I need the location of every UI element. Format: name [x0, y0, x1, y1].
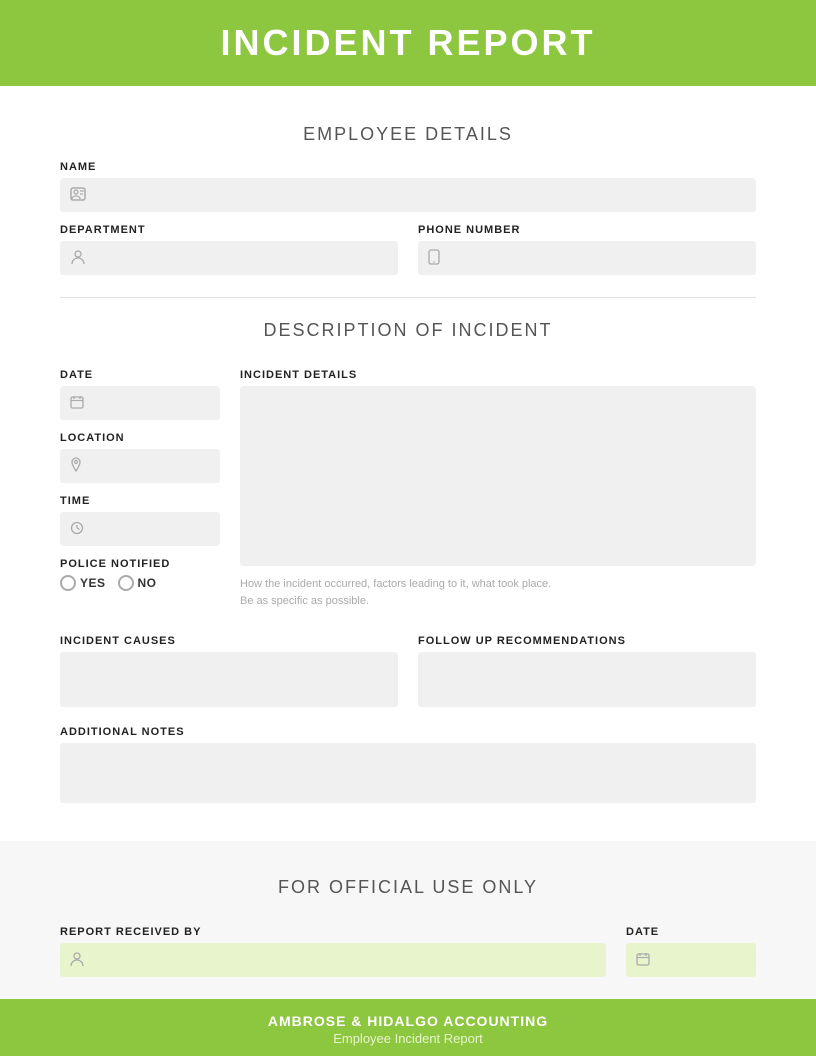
dept-phone-row: DEPARTMENT PHONE NUMBER — [60, 212, 756, 275]
official-title: FOR OFFICIAL USE ONLY — [60, 877, 756, 898]
phone-label: PHONE NUMBER — [418, 224, 756, 236]
report-received-group: REPORT RECEIVED BY — [60, 914, 606, 977]
department-icon — [70, 249, 86, 268]
official-date-group: DATE — [626, 914, 756, 977]
main-content: EMPLOYEE DETAILS NAME DEPARTMENT — [0, 86, 816, 841]
police-yes-label: YES — [80, 576, 106, 590]
name-input[interactable] — [60, 178, 756, 212]
report-received-label: REPORT RECEIVED BY — [60, 926, 606, 938]
time-icon — [70, 521, 84, 538]
police-no-radio[interactable] — [118, 575, 134, 591]
footer: AMBROSE & HIDALGO ACCOUNTING Employee In… — [0, 999, 816, 1056]
official-date-input[interactable] — [626, 943, 756, 977]
page-title: INCIDENT REPORT — [0, 22, 816, 64]
time-label: TIME — [60, 495, 220, 507]
police-no-option[interactable]: NO — [118, 575, 157, 591]
date-label: DATE — [60, 369, 220, 381]
follow-up-textarea[interactable] — [418, 652, 756, 707]
name-label: NAME — [60, 161, 756, 173]
department-label: DEPARTMENT — [60, 224, 398, 236]
date-input[interactable] — [60, 386, 220, 420]
follow-up-group: FOLLOW UP RECOMMENDATIONS — [418, 623, 756, 712]
report-received-input[interactable] — [60, 943, 606, 977]
incident-causes-textarea[interactable] — [60, 652, 398, 707]
department-input[interactable] — [60, 241, 398, 275]
location-label: LOCATION — [60, 432, 220, 444]
phone-group: PHONE NUMBER — [418, 212, 756, 275]
follow-up-label: FOLLOW UP RECOMMENDATIONS — [418, 635, 756, 647]
incident-causes-group: INCIDENT CAUSES — [60, 623, 398, 712]
incident-layout: DATE LOCATION — [60, 357, 756, 609]
company-name: AMBROSE & HIDALGO ACCOUNTING — [0, 1013, 816, 1029]
incident-details-textarea[interactable] — [240, 386, 756, 566]
date-icon — [70, 395, 84, 412]
employee-details-title: EMPLOYEE DETAILS — [60, 124, 756, 145]
police-no-label: NO — [138, 576, 157, 590]
location-input[interactable] — [60, 449, 220, 483]
incident-details-hint: How the incident occurred, factors leadi… — [240, 576, 756, 609]
causes-followup-row: INCIDENT CAUSES FOLLOW UP RECOMMENDATION… — [60, 623, 756, 712]
official-date-label: DATE — [626, 926, 756, 938]
incident-details-label: INCIDENT DETAILS — [240, 369, 756, 381]
police-yes-radio[interactable] — [60, 575, 76, 591]
incident-section: DESCRIPTION OF INCIDENT DATE — [60, 297, 756, 808]
official-layout: REPORT RECEIVED BY DATE — [60, 914, 756, 977]
incident-title: DESCRIPTION OF INCIDENT — [60, 320, 756, 341]
time-input[interactable] — [60, 512, 220, 546]
additional-notes-label: ADDITIONAL NOTES — [60, 726, 756, 738]
footer-subtitle: Employee Incident Report — [0, 1031, 816, 1046]
additional-notes-group: ADDITIONAL NOTES — [60, 726, 756, 808]
incident-right: INCIDENT DETAILS How the incident occurr… — [240, 357, 756, 609]
additional-notes-textarea[interactable] — [60, 743, 756, 803]
department-group: DEPARTMENT — [60, 212, 398, 275]
location-icon — [70, 457, 82, 476]
header: INCIDENT REPORT — [0, 0, 816, 86]
incident-left: DATE LOCATION — [60, 357, 220, 609]
police-notified-label: POLICE NOTIFIED — [60, 558, 220, 570]
official-date-icon — [636, 952, 650, 969]
report-received-icon — [70, 951, 84, 970]
incident-causes-label: INCIDENT CAUSES — [60, 635, 398, 647]
name-icon — [70, 187, 86, 204]
official-section: FOR OFFICIAL USE ONLY REPORT RECEIVED BY… — [0, 841, 816, 999]
police-yes-option[interactable]: YES — [60, 575, 106, 591]
phone-icon — [428, 249, 440, 268]
police-radio-group: YES NO — [60, 575, 220, 591]
phone-input[interactable] — [418, 241, 756, 275]
